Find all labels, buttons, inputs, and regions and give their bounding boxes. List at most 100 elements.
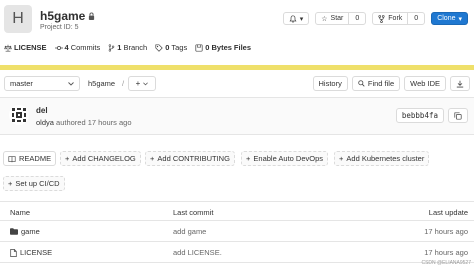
column-header-last-update: Last update: [428, 208, 468, 217]
table-row[interactable]: game add game 17 hours ago: [0, 221, 474, 242]
language-bar: [0, 65, 474, 70]
star-icon: ☆: [321, 15, 328, 23]
add-kubernetes-cluster-label: Add Kubernetes cluster: [346, 154, 425, 163]
add-contributing-button[interactable]: + Add CONTRIBUTING: [145, 151, 235, 166]
commit-author[interactable]: oldya: [36, 118, 54, 127]
branch-icon: [108, 43, 115, 52]
commit-sha[interactable]: bebbb4fa: [395, 108, 444, 123]
find-file-button[interactable]: Find file: [351, 76, 401, 91]
find-file-label: Find file: [367, 79, 395, 88]
files-label: Files: [233, 43, 252, 52]
plus-icon: +: [339, 154, 344, 163]
branches-label: Branch: [123, 43, 148, 52]
file-name[interactable]: game: [21, 227, 40, 236]
plus-icon: +: [150, 154, 155, 163]
setup-cicd-button[interactable]: + Set up CI/CD: [3, 176, 65, 191]
plus-icon: +: [8, 179, 13, 188]
project-stats: LICENSE 4 Commits 1 Branch 0 Tags 0 Byte…: [4, 43, 251, 52]
breadcrumb-separator: /: [122, 79, 125, 88]
project-avatar[interactable]: H: [4, 5, 32, 33]
tags-count: 0: [165, 43, 170, 52]
row-last-commit[interactable]: add game: [173, 227, 206, 236]
file-name[interactable]: LICENSE: [20, 248, 52, 257]
star-count[interactable]: 0: [348, 13, 365, 24]
commit-authored-text: authored: [56, 118, 86, 127]
fork-count[interactable]: 0: [407, 13, 424, 24]
search-icon: [358, 80, 365, 87]
commits-count: 4: [64, 43, 69, 52]
commits-label: Commits: [70, 43, 101, 52]
web-ide-button[interactable]: Web IDE: [404, 76, 446, 91]
star-button-group: ☆ Star 0: [315, 12, 367, 25]
branch-select[interactable]: master: [4, 76, 80, 91]
commits-link[interactable]: 4 Commits: [54, 43, 101, 52]
tag-icon: [155, 43, 163, 52]
files-size: 0 Bytes: [205, 43, 232, 52]
row-last-commit[interactable]: add LICENSE.: [173, 248, 222, 257]
star-label: Star: [330, 15, 344, 22]
last-commit-panel: del oldya authored 17 hours ago bebbb4fa: [0, 97, 474, 135]
commit-message[interactable]: del: [36, 106, 48, 115]
add-changelog-label: Add CHANGELOG: [72, 154, 136, 163]
add-contributing-label: Add CONTRIBUTING: [157, 154, 230, 163]
project-actions: ▾ ☆ Star 0 Fork 0 Clone ▾: [282, 12, 468, 25]
history-button[interactable]: History: [312, 76, 348, 91]
disk-icon: [195, 43, 203, 52]
copy-sha-button[interactable]: [448, 108, 468, 123]
fork-button[interactable]: Fork: [373, 13, 407, 24]
file-name-cell: LICENSE: [10, 248, 52, 257]
branch-select-value: master: [10, 79, 33, 88]
file-name-cell: game: [10, 227, 40, 236]
plus-icon: +: [246, 154, 251, 163]
chevron-down-icon: ▾: [299, 15, 304, 23]
add-file-dropdown[interactable]: +: [128, 76, 156, 91]
branches-link[interactable]: 1 Branch: [108, 43, 147, 52]
fork-icon: [378, 14, 385, 23]
branches-count: 1: [117, 43, 122, 52]
fork-button-group: Fork 0: [372, 12, 426, 25]
project-title-row: h5game: [40, 9, 95, 23]
column-header-name: Name: [10, 208, 31, 217]
table-row[interactable]: LICENSE add LICENSE. 17 hours ago: [0, 242, 474, 263]
project-id: Project ID: 5: [40, 24, 79, 31]
table-header: Name Last commit Last update: [0, 201, 474, 221]
chevron-down-icon: ▾: [458, 15, 462, 23]
license-label: LICENSE: [14, 43, 47, 52]
files-link[interactable]: 0 Bytes Files: [195, 43, 251, 52]
repo-actions: History Find file Web IDE: [312, 76, 470, 91]
commit-meta: oldya authored 17 hours ago: [36, 118, 132, 127]
commit-icon: [54, 45, 63, 50]
row-last-update: 17 hours ago: [424, 248, 468, 257]
readme-button[interactable]: README: [3, 151, 57, 166]
chevron-down-icon: [68, 81, 74, 86]
row-last-update: 17 hours ago: [424, 227, 468, 236]
add-changelog-button[interactable]: + Add CHANGELOG: [60, 151, 141, 166]
setup-cicd-label: Set up CI/CD: [15, 179, 60, 188]
star-button[interactable]: ☆ Star: [316, 13, 348, 24]
author-avatar[interactable]: [9, 105, 29, 125]
enable-auto-devops-button[interactable]: + Enable Auto DevOps: [241, 151, 329, 166]
bell-icon: [289, 14, 297, 23]
column-header-last-commit: Last commit: [173, 208, 214, 217]
copy-icon: [454, 111, 462, 120]
license-link[interactable]: LICENSE: [4, 43, 47, 52]
notifications-button[interactable]: ▾: [282, 12, 310, 25]
plus-icon: +: [135, 79, 141, 88]
tags-label: Tags: [171, 43, 188, 52]
add-kubernetes-cluster-button[interactable]: + Add Kubernetes cluster: [334, 151, 430, 166]
lock-icon: [89, 12, 95, 20]
download-icon: [456, 80, 464, 87]
clone-label: Clone: [437, 15, 456, 22]
project-name[interactable]: h5game: [40, 9, 85, 23]
folder-icon: [10, 228, 18, 235]
enable-auto-devops-label: Enable Auto DevOps: [253, 154, 324, 163]
scale-icon: [4, 44, 12, 52]
breadcrumb-project[interactable]: h5game: [88, 79, 115, 88]
clone-button[interactable]: Clone ▾: [431, 12, 468, 25]
book-icon: [8, 155, 16, 162]
repo-toolbar: master h5game / + History Find file Web …: [4, 76, 470, 91]
tags-link[interactable]: 0 Tags: [155, 43, 187, 52]
readme-label: README: [19, 154, 52, 163]
download-button[interactable]: [450, 76, 470, 91]
commit-time: 17 hours ago: [87, 118, 132, 127]
